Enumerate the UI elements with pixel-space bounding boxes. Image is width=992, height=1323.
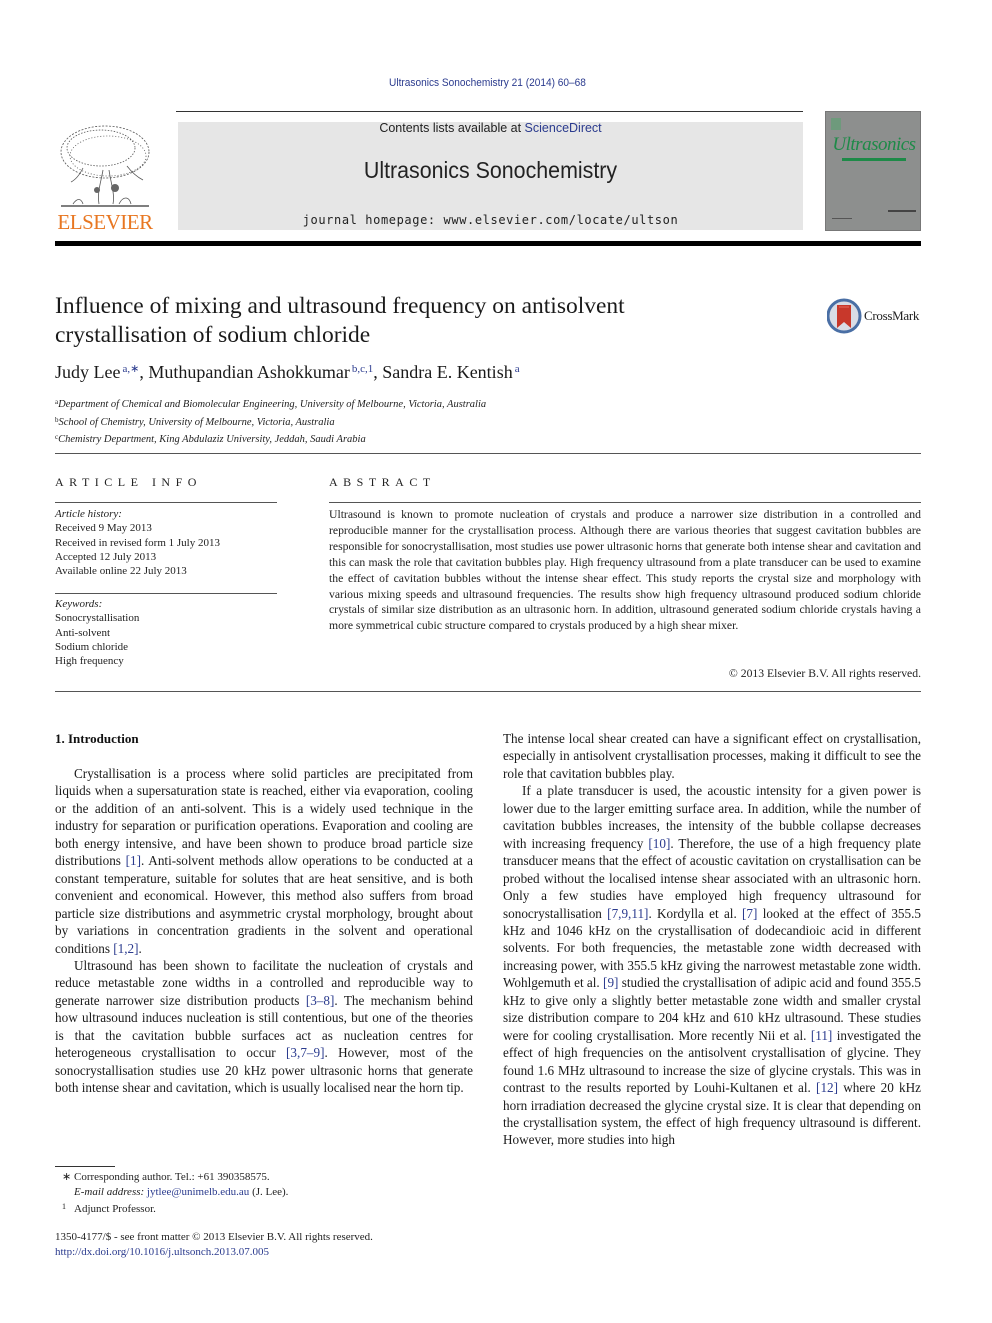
keywords-label: Keywords: xyxy=(55,598,103,610)
body-paragraph: Crystallisation is a process where solid… xyxy=(55,765,473,957)
abstract-rule xyxy=(329,502,921,503)
footnote-text: Corresponding author. Tel.: +61 39035857… xyxy=(74,1171,270,1183)
journal-cover-thumbnail[interactable]: Ultrasonics xyxy=(825,111,921,231)
affiliation-text: Chemistry Department, King Abdulaziz Uni… xyxy=(58,434,366,445)
cover-title: Ultrasonics xyxy=(832,134,916,155)
article-history: Article history: Received 9 May 2013 Rec… xyxy=(55,507,220,578)
author-name: Judy Lee xyxy=(55,362,121,382)
journal-homepage[interactable]: journal homepage: www.elsevier.com/locat… xyxy=(178,213,803,227)
section-divider xyxy=(55,691,921,692)
history-label: Article history: xyxy=(55,508,122,520)
cover-logo-icon xyxy=(831,118,841,130)
header-rule xyxy=(176,111,803,112)
elsevier-wordmark: ELSEVIER xyxy=(57,210,153,234)
cover-footer-text xyxy=(832,218,852,219)
footnote-adjunct: 1 Adjunct Professor. xyxy=(62,1200,288,1217)
author-list: Judy Lee a,∗, Muthupandian Ashokkumar b,c,… xyxy=(55,362,520,383)
affiliations: aDepartment of Chemical and Biomolecular… xyxy=(55,395,486,448)
paragraph-text: . xyxy=(138,940,142,956)
paragraph-text: . Kordylla et al. xyxy=(648,905,743,921)
citation-link[interactable]: [9] xyxy=(603,975,618,990)
email-suffix: (J. Lee). xyxy=(249,1185,289,1198)
email-label: E-mail address: xyxy=(74,1185,145,1198)
front-matter: 1350-4177/$ - see front matter © 2013 El… xyxy=(55,1230,373,1259)
article-info-heading: ARTICLE INFO xyxy=(55,475,202,489)
history-item: Available online 22 July 2013 xyxy=(55,565,187,578)
abstract-copyright: © 2013 Elsevier B.V. All rights reserved… xyxy=(728,667,921,680)
author-affiliation-link[interactable]: a,∗ xyxy=(122,363,139,375)
author-name: Muthupandian Ashokkumar xyxy=(148,362,350,382)
section-divider xyxy=(55,453,921,454)
title-line-2: crystallisation of sodium chloride xyxy=(55,322,371,348)
citation-link[interactable]: [1] xyxy=(126,853,141,868)
section-heading-introduction: 1. Introduction xyxy=(55,731,139,746)
footnotes: ∗ Corresponding author. Tel.: +61 3903585… xyxy=(62,1170,288,1216)
body-paragraph: Ultrasound has been shown to facilitate … xyxy=(55,957,473,1097)
footnote-email: E-mail address: jytlee@unimelb.edu.au (J… xyxy=(62,1185,288,1200)
author-affiliation-link[interactable]: b,c,1 xyxy=(352,363,373,375)
author-separator: , xyxy=(373,362,383,382)
title-line-1: Influence of mixing and ultrasound frequ… xyxy=(55,293,625,319)
affiliation: aDepartment of Chemical and Biomolecular… xyxy=(55,395,486,413)
paragraph-text: The intense local shear created can have… xyxy=(503,731,921,781)
abstract-heading: ABSTRACT xyxy=(329,475,436,489)
citation-link[interactable]: [7] xyxy=(742,906,757,921)
cover-subtitle-bar xyxy=(842,158,906,161)
citation-link[interactable]: [3,7–9] xyxy=(286,1045,324,1060)
sciencedirect-link[interactable]: ScienceDirect xyxy=(525,121,602,135)
contents-prefix: Contents lists available at xyxy=(379,121,525,135)
journal-reference-link[interactable]: Ultrasonics Sonochemistry 21 (2014) 60–6… xyxy=(39,77,936,89)
affiliation: cChemistry Department, King Abdulaziz Un… xyxy=(55,430,486,448)
history-item: Received in revised form 1 July 2013 xyxy=(55,536,220,549)
keyword: Sonocrystallisation xyxy=(55,612,140,625)
article-title: Influence of mixing and ultrasound frequ… xyxy=(55,292,775,350)
body-paragraph: If a plate transducer is used, the acous… xyxy=(503,782,921,1149)
doi-link[interactable]: http://dx.doi.org/10.1016/j.ultsonch.201… xyxy=(55,1245,373,1260)
citation-link[interactable]: [7,9,11] xyxy=(607,906,648,921)
affiliation: bSchool of Chemistry, University of Melb… xyxy=(55,413,486,431)
cover-editor-text xyxy=(888,210,916,212)
citation-link[interactable]: [12] xyxy=(816,1080,838,1095)
body-column-left: Crystallisation is a process where solid… xyxy=(55,765,473,1097)
author-affiliation-link[interactable]: a xyxy=(515,363,520,375)
body-paragraph: The intense local shear created can have… xyxy=(503,730,921,782)
crossmark-label[interactable]: CrossMark xyxy=(864,308,919,324)
keyword: Sodium chloride xyxy=(55,640,129,653)
keyword: High frequency xyxy=(55,655,124,668)
citation-link[interactable]: [1,2] xyxy=(113,941,138,956)
affiliation-text: Department of Chemical and Biomolecular … xyxy=(58,399,487,410)
article-info-rule xyxy=(55,502,277,503)
abstract-text: Ultrasound is known to promote nucleatio… xyxy=(329,508,921,633)
contents-line: Contents lists available at ScienceDirec… xyxy=(178,121,803,135)
body-column-right: The intense local shear created can have… xyxy=(503,730,921,1149)
citation-link[interactable]: [3–8] xyxy=(306,993,335,1008)
author-separator: , xyxy=(139,362,149,382)
keyword: Anti-solvent xyxy=(55,626,110,639)
footnote-mark: ∗ xyxy=(62,1171,72,1183)
citation-link[interactable]: [11] xyxy=(811,1028,832,1043)
email-link[interactable]: jytlee@unimelb.edu.au xyxy=(147,1186,249,1198)
keywords: Keywords: Sonocrystallisation Anti-solve… xyxy=(55,597,139,668)
issn-line: 1350-4177/$ - see front matter © 2013 El… xyxy=(55,1231,373,1243)
article-info-rule xyxy=(55,593,277,594)
history-item: Received 9 May 2013 xyxy=(55,522,152,535)
journal-name: Ultrasonics Sonochemistry xyxy=(363,157,618,183)
history-item: Accepted 12 July 2013 xyxy=(55,550,157,563)
footnote-rule xyxy=(55,1166,115,1167)
header-thick-rule xyxy=(55,241,921,246)
citation-link[interactable]: [10] xyxy=(648,836,670,851)
author-name: Sandra E. Kentish xyxy=(382,362,513,382)
affiliation-text: School of Chemistry, University of Melbo… xyxy=(58,416,335,428)
footnote-text: Adjunct Professor. xyxy=(74,1202,156,1215)
footnote-corresponding: ∗ Corresponding author. Tel.: +61 3903585… xyxy=(62,1170,288,1185)
footnote-mark: 1 xyxy=(62,1201,66,1211)
